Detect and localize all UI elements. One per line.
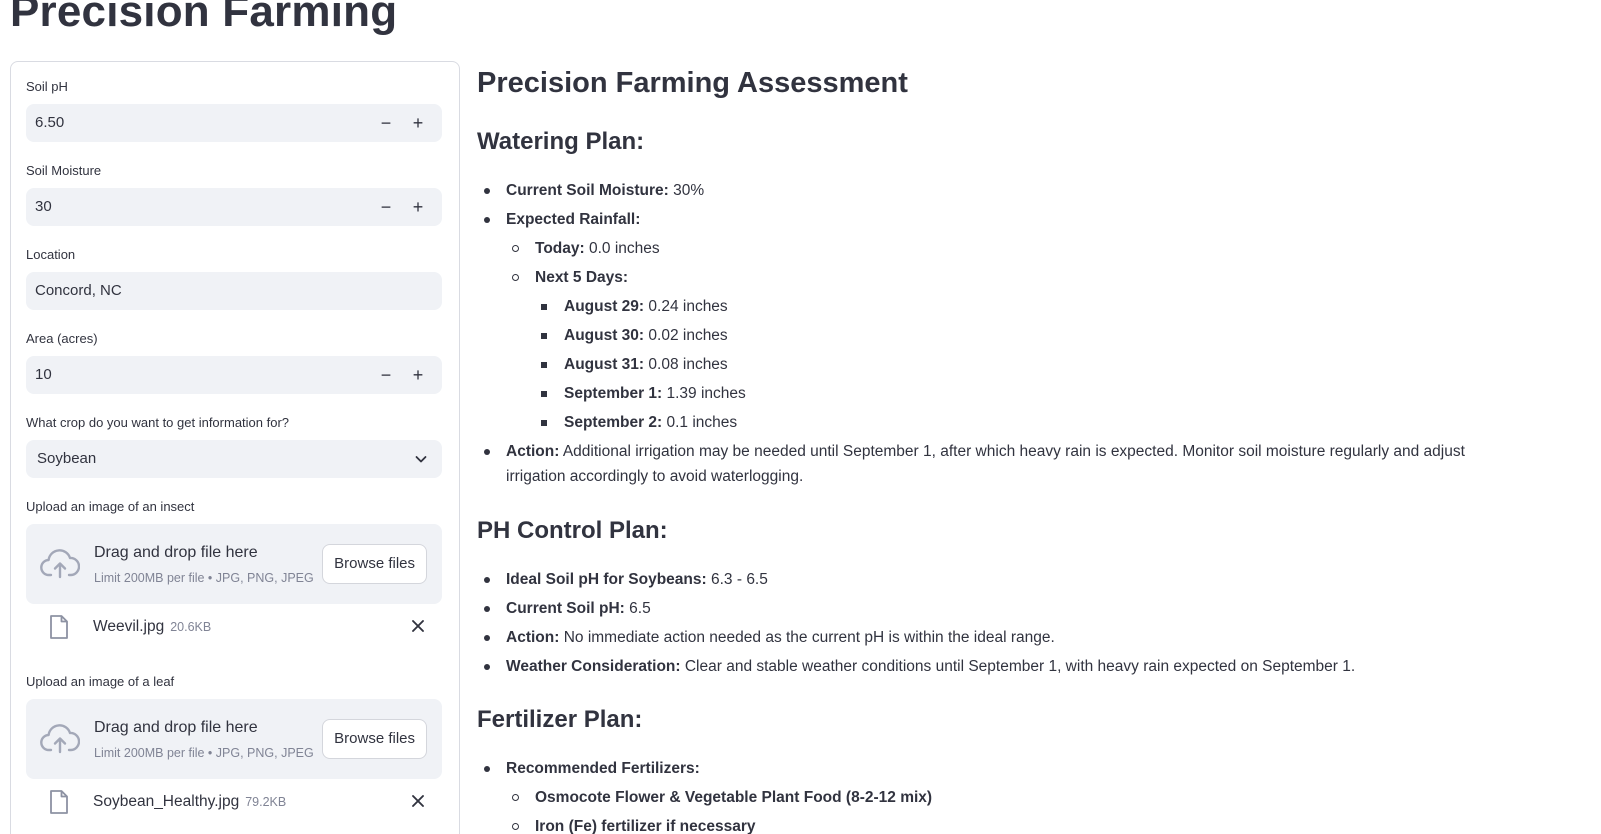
rainfall-today-item: Today: 0.0 inches: [535, 240, 660, 257]
leaf-file-item: Soybean_Healthy.jpg 79.2KB: [26, 783, 442, 823]
location-label: Location: [26, 247, 76, 262]
soil-moisture-input[interactable]: 30 − +: [26, 188, 442, 226]
assessment-title: Precision Farming Assessment: [477, 67, 908, 99]
rainfall-day-item: August 29: 0.24 inches: [564, 298, 728, 315]
area-input[interactable]: 10 − +: [26, 356, 442, 394]
soil-moisture-increment-button[interactable]: +: [402, 188, 434, 226]
page-title: Precision Farming: [10, 0, 398, 36]
soil-ph-input[interactable]: 6.50 − +: [26, 104, 442, 142]
current-moisture-item: Current Soil Moisture: 30%: [506, 182, 705, 199]
soil-moisture-value: 30: [35, 198, 52, 215]
crop-label: What crop do you want to get information…: [26, 415, 290, 430]
close-icon[interactable]: [410, 793, 426, 814]
area-label: Area (acres): [26, 331, 98, 346]
leaf-browse-button[interactable]: Browse files: [322, 719, 427, 759]
chevron-down-icon: [414, 452, 428, 471]
leaf-drop-limit: Limit 200MB per file • JPG, PNG, JPEG: [94, 746, 314, 760]
soil-ph-value: 6.50: [35, 114, 65, 131]
file-icon: [48, 789, 70, 820]
rainfall-day-item: August 30: 0.02 inches: [564, 327, 728, 344]
insect-drop-limit: Limit 200MB per file • JPG, PNG, JPEG: [94, 571, 314, 585]
soil-moisture-label: Soil Moisture: [26, 163, 102, 178]
cloud-upload-icon: [40, 723, 81, 760]
insect-drop-title: Drag and drop file here: [94, 544, 258, 561]
leaf-file-name: Soybean_Healthy.jpg 79.2KB: [93, 793, 287, 810]
insect-file-size: 20.6KB: [170, 620, 212, 634]
insect-file-name: Weevil.jpg 20.6KB: [93, 618, 212, 635]
insect-upload-label: Upload an image of an insect: [26, 499, 195, 514]
insect-dropzone[interactable]: Drag and drop file here Limit 200MB per …: [26, 524, 442, 604]
fertilizer-item: Osmocote Flower & Vegetable Plant Food (…: [535, 789, 933, 806]
leaf-drop-title: Drag and drop file here: [94, 719, 258, 736]
location-value: Concord, NC: [35, 282, 122, 299]
crop-select[interactable]: Soybean: [26, 440, 442, 478]
rainfall-day-item: August 31: 0.08 inches: [564, 356, 728, 373]
rainfall-day-item: September 1: 1.39 inches: [564, 385, 746, 402]
soil-ph-label: Soil pH: [26, 79, 68, 94]
area-decrement-button[interactable]: −: [370, 356, 402, 394]
crop-value: Soybean: [37, 450, 97, 467]
file-icon: [48, 614, 70, 645]
ph-action-item: Action: No immediate action needed as th…: [506, 629, 1055, 646]
fertilizer-plan-heading: Fertilizer Plan:: [477, 706, 643, 733]
recommended-fertilizers-item: Recommended Fertilizers:: [506, 760, 700, 777]
cloud-upload-icon: [40, 548, 81, 585]
input-panel: Soil pH 6.50 − + Soil Moisture 30 − + Lo…: [10, 61, 460, 834]
soil-moisture-decrement-button[interactable]: −: [370, 188, 402, 226]
soil-ph-decrement-button[interactable]: −: [370, 104, 402, 142]
rainfall-next5-item: Next 5 Days:: [535, 269, 629, 286]
ideal-ph-item: Ideal Soil pH for Soybeans: 6.3 - 6.5: [506, 571, 768, 588]
soil-ph-increment-button[interactable]: +: [402, 104, 434, 142]
weather-consideration-item: Weather Consideration: Clear and stable …: [506, 658, 1356, 675]
area-value: 10: [35, 366, 52, 383]
insect-browse-button[interactable]: Browse files: [322, 544, 427, 584]
leaf-upload-label: Upload an image of a leaf: [26, 674, 175, 689]
watering-plan-heading: Watering Plan:: [477, 128, 645, 155]
insect-file-item: Weevil.jpg 20.6KB: [26, 608, 442, 648]
watering-action-item: Action: Additional irrigation may be nee…: [506, 443, 1465, 485]
leaf-dropzone[interactable]: Drag and drop file here Limit 200MB per …: [26, 699, 442, 779]
ph-control-heading: PH Control Plan:: [477, 517, 668, 544]
expected-rainfall-item: Expected Rainfall:: [506, 211, 641, 228]
close-icon[interactable]: [410, 618, 426, 639]
leaf-file-size: 79.2KB: [245, 795, 287, 809]
current-ph-item: Current Soil pH: 6.5: [506, 600, 651, 617]
fertilizer-item: Iron (Fe) fertilizer if necessary: [535, 818, 756, 834]
location-input[interactable]: Concord, NC: [26, 272, 442, 310]
rainfall-day-item: September 2: 0.1 inches: [564, 414, 738, 431]
area-increment-button[interactable]: +: [402, 356, 434, 394]
